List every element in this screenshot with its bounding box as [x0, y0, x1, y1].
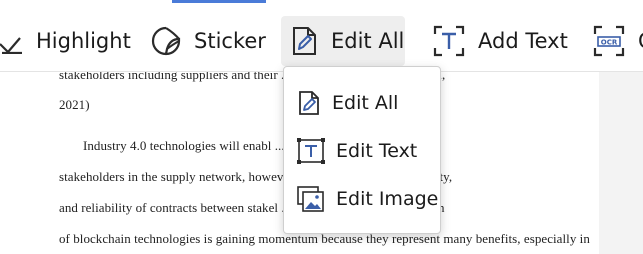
menu-item-edit-all[interactable]: Edit All	[284, 81, 440, 125]
add-text-icon	[432, 24, 466, 58]
edit-text-icon	[296, 137, 326, 165]
edit-all-icon	[289, 25, 319, 57]
menu-item-label: Edit Text	[336, 140, 418, 162]
active-tab-indicator	[172, 0, 266, 3]
menu-item-edit-text[interactable]: Edit Text	[284, 129, 440, 173]
toolbar: Highlight Sticker Edit All Add Text OCR	[0, 0, 643, 72]
ocr-label: C	[638, 29, 643, 53]
edit-all-tool[interactable]: Edit All	[281, 16, 405, 66]
ocr-icon-text: OCR	[601, 39, 618, 47]
add-text-tool[interactable]: Add Text	[424, 16, 576, 66]
menu-item-label: Edit All	[332, 92, 399, 114]
edit-image-icon	[296, 184, 326, 214]
ocr-icon: OCR	[592, 24, 626, 58]
highlight-label: Highlight	[36, 29, 131, 53]
edit-dropdown-menu: Edit All Edit Text Edit Image	[283, 66, 441, 234]
edit-all-label: Edit All	[331, 29, 405, 53]
sticker-icon	[150, 25, 182, 57]
edit-all-icon	[296, 89, 322, 117]
ocr-tool[interactable]: OCR C	[584, 16, 643, 66]
highlight-tool[interactable]: Highlight	[0, 16, 139, 66]
add-text-label: Add Text	[478, 29, 568, 53]
sticker-tool[interactable]: Sticker	[142, 16, 274, 66]
highlight-icon	[0, 28, 24, 54]
menu-item-edit-image[interactable]: Edit Image	[284, 177, 440, 221]
menu-item-label: Edit Image	[336, 188, 439, 210]
sticker-label: Sticker	[194, 29, 266, 53]
